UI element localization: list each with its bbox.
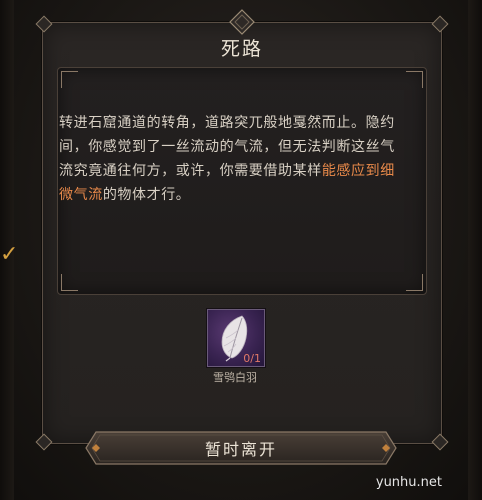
checkmark-icon: ✓ (0, 242, 19, 267)
item-count: 0/1 (243, 352, 261, 365)
item-name: 雪鸮白羽 (213, 371, 257, 384)
game-scene: ✓ 死路 转进石窟通道的转角，道路突兀般地戛然而止。隐约间，你感觉到了一丝流动的… (0, 0, 482, 500)
frame-corner (406, 274, 423, 291)
frame-corner (61, 274, 78, 291)
leave-button-label: 暂时离开 (204, 440, 277, 459)
required-item-slot[interactable]: 0/1 (207, 309, 265, 367)
story-text: 转进石窟通道的转角，道路突兀般地戛然而止。隐约间，你感觉到了一丝流动的气流，但无… (59, 111, 407, 207)
watermark: yunhu.net (375, 475, 442, 490)
corner-ornament (431, 433, 449, 451)
corner-ornament (35, 433, 53, 451)
leave-button[interactable]: 暂时离开 (84, 430, 398, 466)
frame-corner (406, 71, 423, 88)
background-right-wall (468, 0, 482, 500)
dialog-header: 死路 (43, 23, 441, 71)
event-dialog: 死路 转进石窟通道的转角，道路突兀般地戛然而止。隐约间，你感觉到了一丝流动的气流… (35, 9, 449, 451)
story-text-end: 的物体才行。 (102, 187, 191, 203)
dialog-title: 死路 (220, 37, 263, 60)
frame-corner (61, 71, 78, 88)
